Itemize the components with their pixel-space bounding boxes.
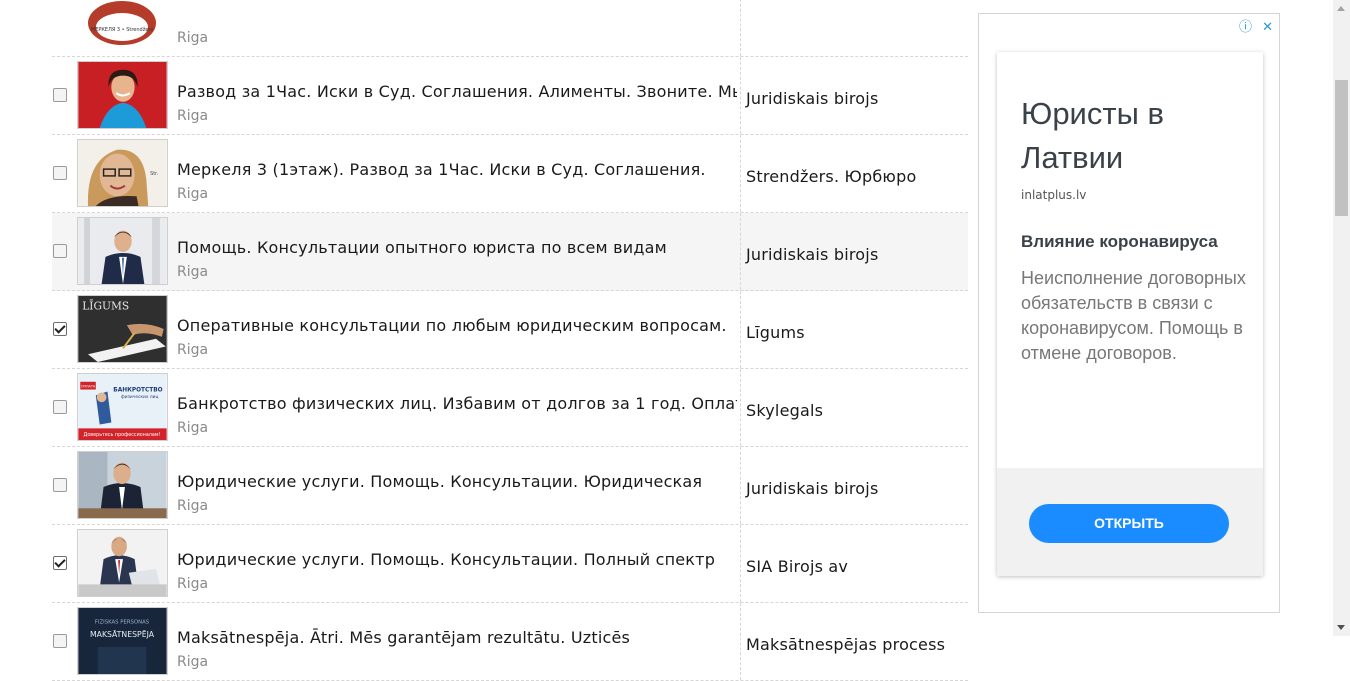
table-row[interactable]: Развод за 1Час. Иски в Суд. Соглашения. … [52, 57, 968, 135]
row-checkbox[interactable] [53, 634, 67, 648]
scroll-up-arrow-icon[interactable] [1337, 6, 1345, 11]
law-firm-logo-thumbnail[interactable]: МЕРКЕЛЯ 3 • Strendžers [77, 0, 168, 51]
man-at-desk-thumbnail[interactable] [77, 451, 168, 519]
listing-company[interactable]: Juridiskais birojs [746, 89, 878, 108]
listing-city: Riga [177, 498, 209, 514]
listing-title[interactable]: Помощь. Консультации опытного юриста по … [177, 238, 737, 257]
ad-frame[interactable]: ⓘ ✕ Юристы в Латвии inlatplus.lv Влияние… [978, 13, 1280, 613]
listing-city: Riga [177, 654, 209, 670]
column-divider [740, 369, 741, 446]
close-icon[interactable]: ✕ [1262, 20, 1273, 35]
thumb-bankrot-badge: Доверьтесь профессионалам! [84, 432, 161, 438]
listing-city: Riga [177, 576, 209, 592]
listing-company[interactable]: Juridiskais birojs [746, 479, 878, 498]
thumb-logo-text: МЕРКЕЛЯ 3 • Strendžers [91, 26, 154, 33]
listing-city: Riga [177, 420, 209, 436]
thumb-insolvency-main: MAKSĀTNESPĒJA [90, 630, 155, 639]
column-divider [740, 0, 741, 56]
listing-company[interactable]: Juridiskais birojs [746, 245, 878, 264]
table-row[interactable]: LĪGUMS Оперативные консультации по любым… [52, 291, 968, 369]
listing-city: Riga [177, 186, 209, 202]
column-divider [740, 213, 741, 290]
row-checkbox[interactable] [53, 244, 67, 258]
column-divider [740, 291, 741, 368]
ad-body-text[interactable]: Неисполнение договорных обязательств в с… [1021, 266, 1247, 366]
table-row[interactable]: Помощь. Консультации опытного юриста по … [52, 213, 968, 291]
column-divider [740, 135, 741, 212]
thumb-insolvency-top: FIZISKAS PERSONAS [95, 620, 150, 626]
ad-subheading[interactable]: Влияние коронавируса [1021, 232, 1218, 252]
listing-title[interactable]: Банкротство физических лиц. Избавим от д… [177, 394, 737, 413]
man-with-laptop-thumbnail[interactable] [77, 529, 168, 597]
column-divider [740, 57, 741, 134]
thumb-bankrot-tag: ОПЛАТА [81, 385, 96, 389]
listing-company[interactable]: SIA Birojs av [746, 557, 848, 576]
ad-controls[interactable]: ⓘ ✕ [1233, 16, 1273, 35]
row-checkbox[interactable] [53, 166, 67, 180]
ad-domain[interactable]: inlatplus.lv [1021, 188, 1086, 202]
listing-company[interactable]: Līgums [746, 323, 805, 342]
ad-card[interactable]: Юристы в Латвии inlatplus.lv Влияние кор… [997, 52, 1263, 576]
thumb-bankrot-sub: физических лиц [121, 394, 158, 400]
row-checkbox-checked[interactable] [53, 556, 67, 570]
listing-company[interactable]: Maksātnespējas process [746, 635, 945, 654]
listing-city: Riga [177, 108, 209, 124]
listing-company[interactable]: Strendžers. Юрбюро [746, 167, 916, 186]
thumb-ligums-text: LĪGUMS [82, 300, 129, 313]
insolvency-banner-thumbnail[interactable]: FIZISKAS PERSONAS MAKSĀTNESPĒJA [77, 607, 168, 675]
woman-with-glasses-thumbnail[interactable]: Str. [77, 139, 168, 207]
ad-headline[interactable]: Юристы в Латвии [1021, 92, 1251, 180]
row-checkbox[interactable] [53, 88, 67, 102]
bankruptcy-banner-thumbnail[interactable]: ОПЛАТА БАНКРОТСТВО физических лиц Доверь… [77, 373, 168, 441]
ad-footer: ОТКРЫТЬ [997, 468, 1263, 576]
info-icon[interactable]: ⓘ [1239, 20, 1252, 35]
listing-city: Riga [177, 342, 209, 358]
listing-title[interactable]: Юридические услуги. Помощь. Консультации… [177, 472, 737, 491]
table-row[interactable]: МЕРКЕЛЯ 3 • Strendžers Riga [52, 0, 968, 57]
listing-city: Riga [177, 30, 209, 46]
column-divider [740, 447, 741, 524]
row-checkbox[interactable] [53, 400, 67, 414]
table-row[interactable]: FIZISKAS PERSONAS MAKSĀTNESPĒJA Maksātne… [52, 603, 968, 681]
listing-city: Riga [177, 264, 209, 280]
table-row[interactable]: Юридические услуги. Помощь. Консультации… [52, 525, 968, 603]
listing-title[interactable]: Юридические услуги. Помощь. Консультации… [177, 550, 737, 569]
row-checkbox-checked[interactable] [53, 322, 67, 336]
page-scrollbar[interactable] [1333, 0, 1350, 636]
column-divider [740, 603, 741, 680]
thumb-bankrot-title: БАНКРОТСТВО [113, 387, 162, 393]
signing-contract-thumbnail[interactable]: LĪGUMS [77, 295, 168, 363]
woman-in-red-thumbnail[interactable] [77, 61, 168, 129]
column-divider [740, 525, 741, 602]
table-row[interactable]: Str. Меркеля 3 (1этаж). Развод за 1Час. … [52, 135, 968, 213]
svg-text:Str.: Str. [150, 171, 159, 177]
table-row[interactable]: ОПЛАТА БАНКРОТСТВО физических лиц Доверь… [52, 369, 968, 447]
row-checkbox[interactable] [53, 478, 67, 492]
listing-title[interactable]: Развод за 1Час. Иски в Суд. Соглашения. … [177, 82, 737, 101]
listing-company[interactable]: Skylegals [746, 401, 823, 420]
scrollbar-thumb[interactable] [1335, 80, 1348, 216]
scroll-down-arrow-icon[interactable] [1337, 625, 1345, 630]
listing-table: МЕРКЕЛЯ 3 • Strendžers Riga Развод за 1Ч… [52, 0, 968, 681]
listing-title[interactable]: Maksātnespēja. Ātri. Mēs garantējam rezu… [177, 628, 737, 647]
listing-title[interactable]: Оперативные консультации по любым юридич… [177, 316, 737, 335]
ad-open-button[interactable]: ОТКРЫТЬ [1029, 504, 1229, 543]
listing-title[interactable]: Меркеля 3 (1этаж). Развод за 1Час. Иски … [177, 160, 737, 179]
man-in-suit-thumbnail[interactable] [77, 217, 168, 285]
table-row[interactable]: Юридические услуги. Помощь. Консультации… [52, 447, 968, 525]
